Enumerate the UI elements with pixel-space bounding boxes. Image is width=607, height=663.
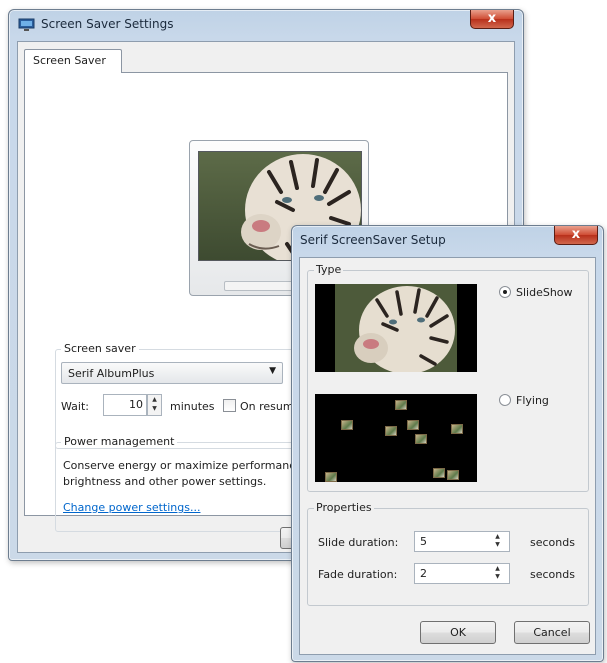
- flying-tile: [415, 434, 427, 444]
- radio-selected-dot: [503, 290, 507, 294]
- flying-radio[interactable]: [499, 394, 511, 406]
- slideshow-label: SlideShow: [516, 286, 573, 299]
- setup-title: Serif ScreenSaver Setup: [300, 233, 446, 247]
- setup-title-bar[interactable]: Serif ScreenSaver Setup x: [292, 226, 603, 256]
- flying-tile: [447, 470, 459, 480]
- wait-label: Wait:: [61, 400, 89, 413]
- flying-tile: [341, 420, 353, 430]
- type-group-label: Type: [314, 263, 344, 276]
- flying-preview: [315, 394, 477, 482]
- up-arrow-icon[interactable]: ▲: [148, 395, 161, 404]
- serif-screensaver-setup-dialog: Serif ScreenSaver Setup x Type SlideShow: [291, 225, 604, 662]
- down-arrow-icon[interactable]: ▼: [490, 573, 505, 581]
- flying-tile: [451, 424, 463, 434]
- flying-tile: [407, 420, 419, 430]
- down-arrow-icon[interactable]: ▼: [490, 541, 505, 549]
- title-bar[interactable]: Screen Saver Settings x: [9, 10, 523, 40]
- wait-spinner[interactable]: ▲ ▼: [147, 394, 162, 416]
- close-button[interactable]: x: [470, 10, 514, 29]
- flying-label: Flying: [516, 394, 549, 407]
- properties-group: [307, 508, 589, 606]
- ok-button[interactable]: OK: [420, 621, 496, 644]
- slideshow-radio[interactable]: [499, 286, 511, 298]
- flying-tile: [433, 468, 445, 478]
- power-description-line2: brightness and other power settings.: [63, 475, 267, 488]
- down-arrow-icon[interactable]: ▼: [148, 404, 161, 413]
- properties-group-label: Properties: [314, 501, 374, 514]
- fade-duration-unit: seconds: [530, 568, 575, 581]
- flying-tile: [395, 400, 407, 410]
- up-arrow-icon[interactable]: ▲: [490, 533, 505, 541]
- change-power-settings-link[interactable]: Change power settings...: [63, 501, 200, 514]
- window-title: Screen Saver Settings: [41, 17, 174, 31]
- fade-duration-spinner[interactable]: ▲ ▼: [490, 565, 505, 582]
- screen-saver-dropdown[interactable]: Serif AlbumPlus ▼: [61, 362, 283, 384]
- flying-tile: [325, 472, 337, 482]
- on-resume-checkbox[interactable]: [223, 399, 236, 412]
- slide-duration-unit: seconds: [530, 536, 575, 549]
- slideshow-tiger-image: [315, 284, 477, 372]
- setup-close-button[interactable]: x: [554, 226, 598, 245]
- up-arrow-icon[interactable]: ▲: [490, 565, 505, 573]
- setup-client-area: Type SlideShow Flying Properties Slide d…: [299, 257, 596, 655]
- chevron-down-icon: ▼: [269, 366, 276, 376]
- tab-screen-saver[interactable]: Screen Saver: [24, 49, 122, 73]
- slide-duration-label: Slide duration:: [318, 536, 399, 549]
- wait-minutes-input[interactable]: 10: [103, 394, 147, 416]
- slide-duration-spinner[interactable]: ▲ ▼: [490, 533, 505, 550]
- fade-duration-label: Fade duration:: [318, 568, 398, 581]
- slideshow-preview: [315, 284, 477, 372]
- monitor-icon: [18, 18, 35, 31]
- minutes-label: minutes: [170, 400, 215, 413]
- flying-tile: [385, 426, 397, 436]
- power-group-label: Power management: [61, 435, 178, 448]
- cancel-button[interactable]: Cancel: [514, 621, 590, 644]
- screen-saver-group-label: Screen saver: [61, 342, 139, 355]
- power-description-line1: Conserve energy or maximize performance: [63, 459, 303, 472]
- selected-saver: Serif AlbumPlus: [68, 367, 155, 380]
